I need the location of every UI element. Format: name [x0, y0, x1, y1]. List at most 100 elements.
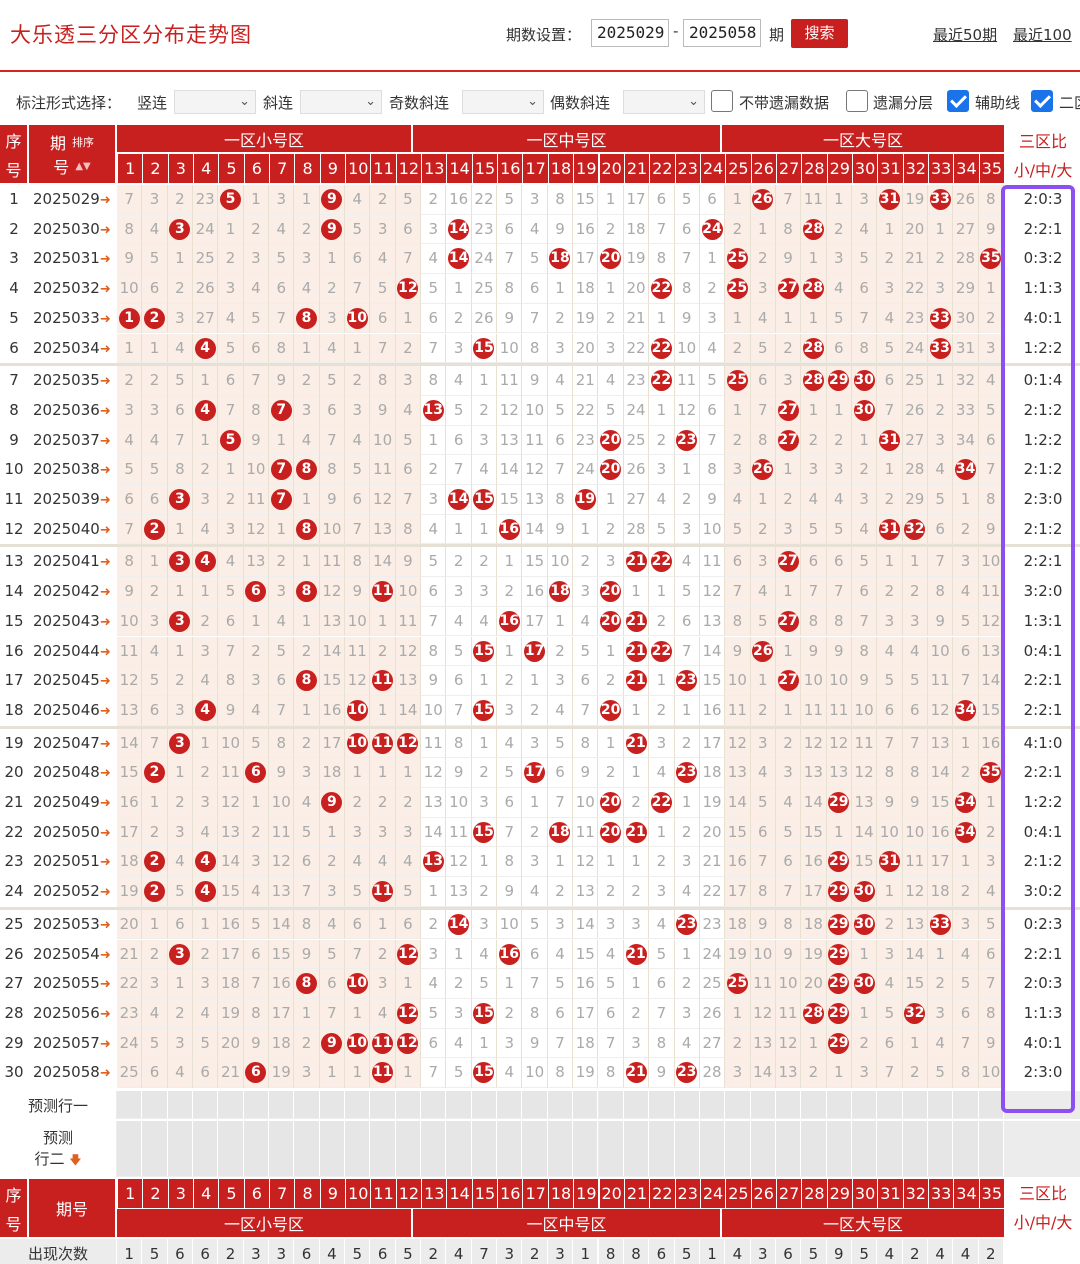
sort-label[interactable]: 排序: [72, 134, 94, 150]
missing-layers-checkbox[interactable]: [846, 90, 868, 112]
prediction-cell[interactable]: [775, 1121, 802, 1177]
period-text[interactable]: 2025048: [33, 763, 100, 781]
prediction-cell[interactable]: [294, 1121, 320, 1177]
prediction-cell[interactable]: [395, 1121, 422, 1177]
row-period[interactable]: 2025030➜: [28, 215, 116, 245]
prediction-cell[interactable]: [623, 1091, 650, 1119]
prediction-cell[interactable]: [522, 1091, 548, 1119]
diagonal-select[interactable]: ⌄: [300, 90, 382, 114]
even-diagonal-select[interactable]: ⌄: [623, 90, 705, 114]
prediction-cell[interactable]: [547, 1091, 574, 1119]
recent-50-link[interactable]: 最近50期: [933, 24, 997, 45]
row-period[interactable]: 2025056➜: [28, 999, 116, 1029]
prediction-cell[interactable]: [497, 1121, 523, 1177]
period-text[interactable]: 2025036: [33, 401, 100, 419]
prediction-cell[interactable]: [573, 1121, 599, 1177]
prediction-cell[interactable]: [421, 1091, 447, 1119]
prediction-cell[interactable]: [243, 1121, 270, 1177]
row-period[interactable]: 2025046➜: [28, 696, 116, 726]
prediction-cell[interactable]: [953, 1121, 979, 1177]
sort-arrows-icon[interactable]: ▲▼: [75, 161, 90, 172]
row-period[interactable]: 2025048➜: [28, 758, 116, 788]
prediction-cell[interactable]: [699, 1121, 726, 1177]
period-text[interactable]: 2025044: [33, 642, 100, 660]
prediction-cell[interactable]: [243, 1091, 270, 1119]
row-period[interactable]: 2025057➜: [28, 1029, 116, 1059]
row-period[interactable]: 2025054➜: [28, 940, 116, 970]
prediction-cell[interactable]: [193, 1091, 219, 1119]
period-to-input[interactable]: 2025058: [683, 19, 761, 47]
prediction-cell[interactable]: [471, 1121, 498, 1177]
period-text[interactable]: 2025058: [33, 1063, 100, 1081]
prediction-cell[interactable]: [775, 1091, 802, 1119]
prediction-cell[interactable]: [522, 1121, 548, 1177]
prediction-cell[interactable]: [269, 1091, 295, 1119]
period-from-input[interactable]: 2025029: [591, 19, 669, 47]
prediction-cell[interactable]: [319, 1121, 346, 1177]
row-period[interactable]: 2025036➜: [28, 396, 116, 426]
row-period[interactable]: 2025044➜: [28, 637, 116, 667]
period-text[interactable]: 2025046: [33, 701, 100, 719]
prediction-cell[interactable]: [370, 1091, 396, 1119]
row-period[interactable]: 2025055➜: [28, 969, 116, 999]
prediction-cell[interactable]: [750, 1121, 776, 1177]
period-text[interactable]: 2025050: [33, 823, 100, 841]
prediction-cell[interactable]: [699, 1091, 726, 1119]
prediction-cell[interactable]: [877, 1121, 903, 1177]
prediction-cell[interactable]: [421, 1121, 447, 1177]
row-period[interactable]: 2025052➜: [28, 877, 116, 907]
prediction-cell[interactable]: [978, 1121, 1004, 1177]
period-text[interactable]: 2025037: [33, 431, 100, 449]
prediction-cell[interactable]: [345, 1121, 371, 1177]
row-period[interactable]: 2025042➜: [28, 577, 116, 607]
period-text[interactable]: 2025057: [33, 1034, 100, 1052]
aux-line-checkbox[interactable]: [947, 90, 969, 112]
prediction-cell[interactable]: [547, 1121, 574, 1177]
period-text[interactable]: 2025041: [33, 552, 100, 570]
row-period[interactable]: 2025047➜: [28, 729, 116, 759]
row-period[interactable]: 2025050➜: [28, 818, 116, 848]
row-period[interactable]: 2025029➜: [28, 185, 116, 215]
prediction-cell[interactable]: [902, 1121, 928, 1177]
row-period[interactable]: 2025031➜: [28, 244, 116, 274]
prediction-cell[interactable]: [269, 1121, 295, 1177]
row-period[interactable]: 2025053➜: [28, 910, 116, 940]
prediction-cell[interactable]: [801, 1091, 827, 1119]
prediction-cell[interactable]: [674, 1121, 700, 1177]
prediction-cell[interactable]: [649, 1121, 675, 1177]
row-period[interactable]: 2025049➜: [28, 788, 116, 818]
prediction-cell[interactable]: [927, 1121, 954, 1177]
period-text[interactable]: 2025032: [33, 279, 100, 297]
second-zone-checkbox[interactable]: [1031, 90, 1053, 112]
recent-100-link[interactable]: 最近100: [1013, 24, 1072, 45]
period-text[interactable]: 2025034: [33, 339, 100, 357]
no-missing-checkbox[interactable]: [711, 90, 733, 112]
prediction-cell[interactable]: [319, 1091, 346, 1119]
odd-diagonal-select[interactable]: ⌄: [462, 90, 544, 114]
period-text[interactable]: 2025038: [33, 460, 100, 478]
row-period[interactable]: 2025041➜: [28, 547, 116, 577]
period-text[interactable]: 2025031: [33, 249, 100, 267]
row-period[interactable]: 2025034➜: [28, 334, 116, 364]
prediction-cell[interactable]: [623, 1121, 650, 1177]
period-text[interactable]: 2025049: [33, 793, 100, 811]
row-period[interactable]: 2025043➜: [28, 607, 116, 637]
prediction-cell[interactable]: [851, 1091, 878, 1119]
period-text[interactable]: 2025055: [33, 974, 100, 992]
row-period[interactable]: 2025058➜: [28, 1058, 116, 1088]
period-text[interactable]: 2025030: [33, 220, 100, 238]
prediction-cell[interactable]: [851, 1121, 878, 1177]
row-period[interactable]: 2025035➜: [28, 366, 116, 396]
prediction-cell[interactable]: [117, 1091, 143, 1119]
period-header[interactable]: 期排序 号 ▲▼: [29, 125, 115, 183]
prediction-cell[interactable]: [167, 1091, 193, 1119]
period-text[interactable]: 2025029: [33, 190, 100, 208]
row-period[interactable]: 2025033➜: [28, 304, 116, 334]
prediction-cell[interactable]: [345, 1091, 371, 1119]
prediction-cell[interactable]: [497, 1091, 523, 1119]
row-period[interactable]: 2025039➜: [28, 485, 116, 515]
period-text[interactable]: 2025043: [33, 612, 100, 630]
prediction-cell[interactable]: [725, 1091, 751, 1119]
period-text[interactable]: 2025033: [33, 309, 100, 327]
row-period[interactable]: 2025051➜: [28, 847, 116, 877]
